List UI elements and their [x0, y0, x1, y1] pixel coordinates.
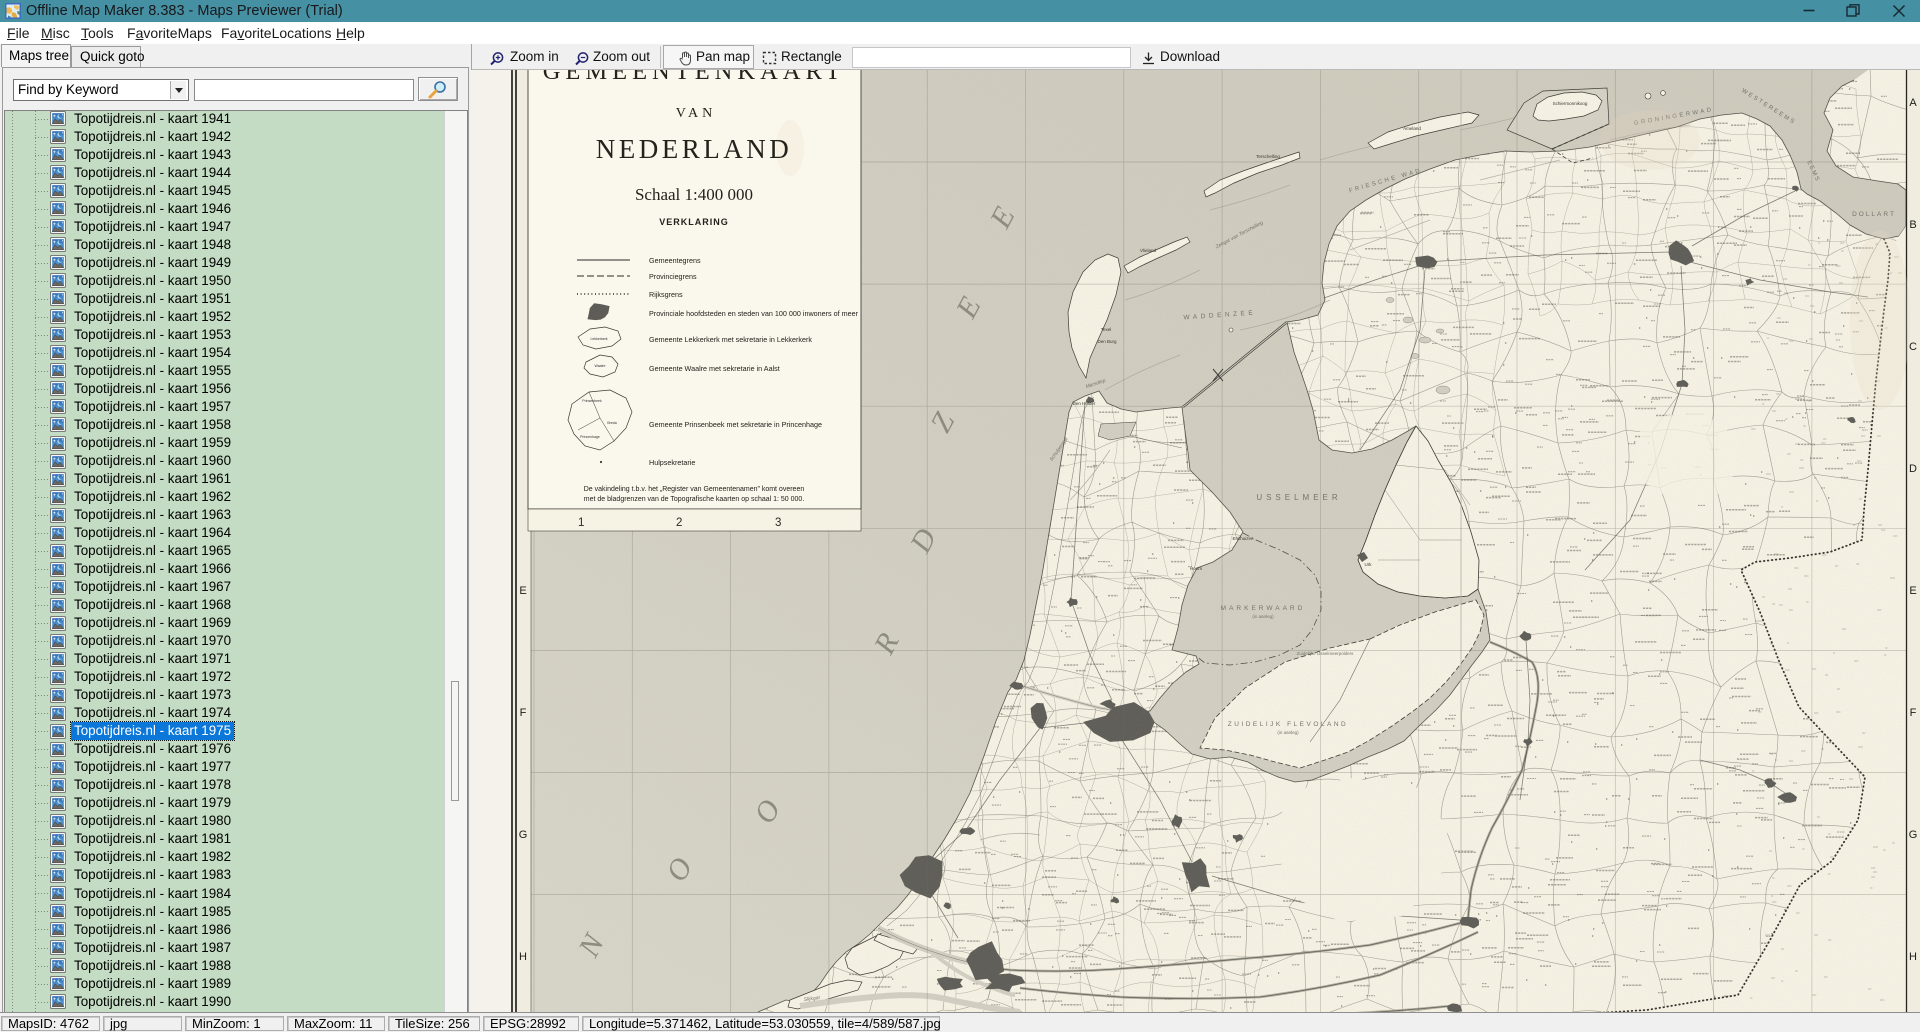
- svg-text:Urk: Urk: [1365, 562, 1373, 567]
- svg-text:Waalre: Waalre: [595, 364, 606, 368]
- svg-text:G: G: [1909, 829, 1918, 841]
- svg-text:F: F: [1910, 707, 1917, 719]
- svg-text:(in aanleg): (in aanleg): [1252, 614, 1274, 619]
- svg-text:(in aanleg): (in aanleg): [1277, 730, 1299, 735]
- svg-text:Den Burg: Den Burg: [1097, 339, 1117, 344]
- svg-text:Terschelling: Terschelling: [1256, 154, 1280, 159]
- svg-text:USSELMEER: USSELMEER: [1256, 493, 1341, 502]
- svg-text:MARKERWAARD: MARKERWAARD: [1221, 605, 1306, 612]
- svg-text:3: 3: [775, 517, 781, 529]
- svg-text:Princenhage: Princenhage: [580, 435, 600, 439]
- svg-text:Den Helder: Den Helder: [1073, 401, 1096, 406]
- svg-text:ZUIDELIJK FLEVOLAND: ZUIDELIJK FLEVOLAND: [1228, 721, 1348, 728]
- svg-text:A: A: [1909, 97, 1917, 109]
- svg-text:D: D: [1909, 463, 1917, 475]
- svg-text:Schaal 1:400 000: Schaal 1:400 000: [635, 185, 753, 204]
- svg-text:E: E: [519, 585, 526, 597]
- svg-text:Gemeente Waalre met sekretarie: Gemeente Waalre met sekretarie in Aalst: [649, 364, 780, 373]
- svg-text:Schiermonnikoog: Schiermonnikoog: [1553, 101, 1588, 106]
- svg-text:Rijksgrens: Rijksgrens: [649, 290, 683, 299]
- svg-text:Vlieland: Vlieland: [1140, 248, 1157, 253]
- svg-text:B: B: [1909, 219, 1916, 231]
- svg-text:NEDERLAND: NEDERLAND: [596, 134, 792, 164]
- svg-text:Texel: Texel: [1101, 327, 1112, 332]
- svg-text:H: H: [519, 951, 527, 963]
- svg-text:Prinsenbeek: Prinsenbeek: [582, 399, 602, 403]
- svg-text:Gemeente Prinsenbeek met sekre: Gemeente Prinsenbeek met sekretarie in P…: [649, 420, 822, 429]
- svg-text:VERKLARING: VERKLARING: [659, 217, 729, 227]
- svg-text:Lekkerkerk: Lekkerkerk: [590, 337, 607, 341]
- svg-text:Hulpsekretarie: Hulpsekretarie: [649, 458, 695, 467]
- svg-text:F: F: [520, 707, 527, 719]
- svg-text:Gemeente Lekkerkerk met sekret: Gemeente Lekkerkerk met sekretarie in Le…: [649, 335, 812, 344]
- svg-text:H: H: [1909, 951, 1917, 963]
- svg-text:met de bladgrenzen van de Topo: met de bladgrenzen van de Topografische …: [584, 496, 805, 503]
- svg-text:Ameland: Ameland: [1403, 126, 1421, 131]
- svg-text:G: G: [519, 829, 528, 841]
- svg-text:Zuidelijke IJsselmeerpolders: Zuidelijke IJsselmeerpolders: [1297, 651, 1355, 656]
- svg-text:Breda: Breda: [607, 421, 616, 425]
- svg-text:DOLLART: DOLLART: [1852, 211, 1896, 218]
- svg-text:Provinciale hoofdsteden en ste: Provinciale hoofdsteden en steden van 10…: [649, 309, 859, 318]
- svg-text:GEMEENTENKAART: GEMEENTENKAART: [543, 70, 846, 85]
- svg-text:C: C: [1909, 341, 1917, 353]
- svg-text:E: E: [1909, 585, 1916, 597]
- svg-text:1: 1: [578, 517, 584, 529]
- svg-text:Gemeentegrens: Gemeentegrens: [649, 256, 701, 265]
- svg-text:Provinciegrens: Provinciegrens: [649, 272, 697, 281]
- svg-text:VAN: VAN: [676, 106, 717, 121]
- svg-text:Enkhuizen: Enkhuizen: [1232, 536, 1254, 541]
- svg-text:Hoorn: Hoorn: [1190, 566, 1203, 571]
- svg-text:De vakindeling t.b.v. het „Reg: De vakindeling t.b.v. het „Register van …: [584, 486, 805, 493]
- svg-text:2: 2: [676, 517, 682, 529]
